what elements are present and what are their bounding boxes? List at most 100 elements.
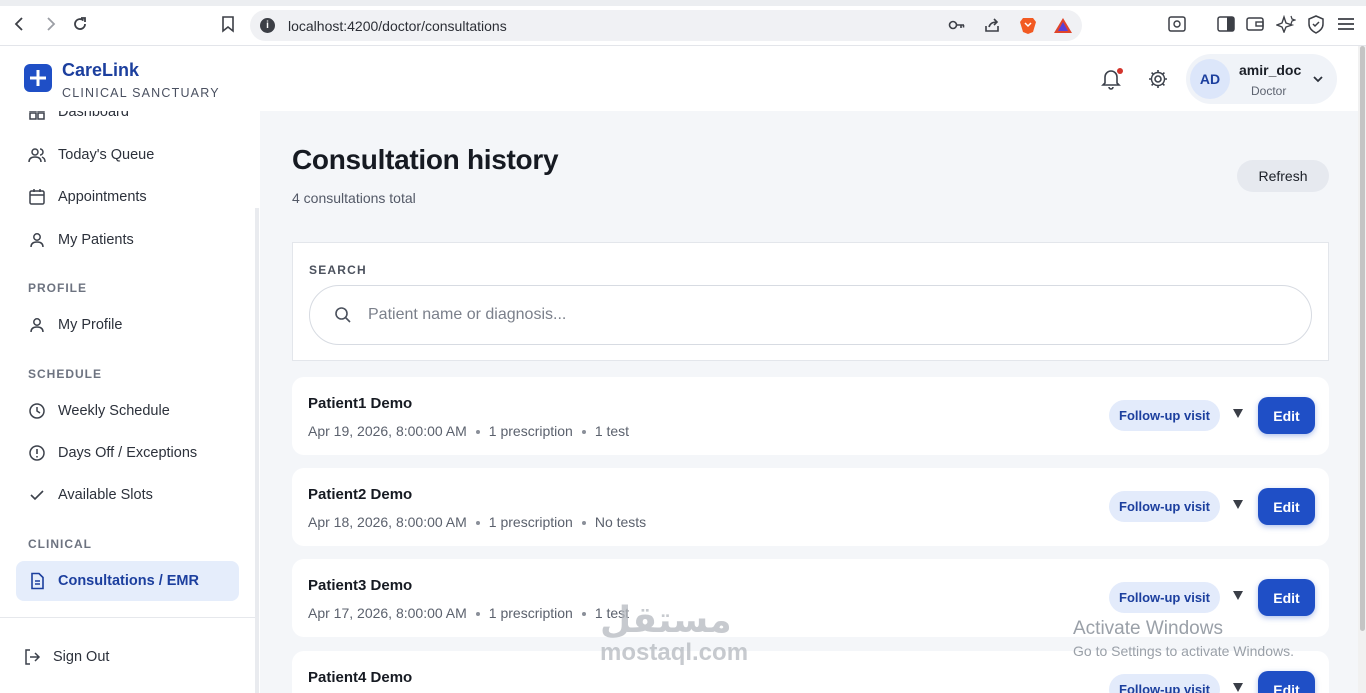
sidebar-divider	[0, 617, 255, 618]
address-bar[interactable]: i localhost:4200/doctor/consultations	[250, 10, 1082, 41]
reload-icon[interactable]	[70, 14, 90, 34]
bookmark-icon[interactable]	[218, 14, 238, 34]
key-icon[interactable]	[948, 17, 966, 33]
consultation-date: Apr 18, 2026, 8:00:00 AM	[308, 514, 467, 530]
tab-strip	[0, 0, 1366, 6]
settings-gear-icon[interactable]	[1147, 68, 1169, 95]
expand-caret-icon[interactable]	[1233, 500, 1243, 509]
menu-icon[interactable]	[1337, 17, 1355, 31]
user-icon	[28, 316, 46, 334]
site-info-icon[interactable]: i	[260, 18, 275, 33]
sidebar-item-label: Consultations / EMR	[58, 573, 199, 589]
consultation-date: Apr 17, 2026, 8:00:00 AM	[308, 605, 467, 621]
browser-toolbar: i localhost:4200/doctor/consultations	[0, 0, 1366, 46]
sidebar-item-consultations[interactable]: Consultations / EMR	[16, 561, 239, 601]
edit-button[interactable]: Edit	[1258, 397, 1315, 434]
patient-name: Patient4 Demo	[308, 669, 413, 686]
consultation-row[interactable]: Patient2 Demo Apr 18, 2026, 8:00:00 AM 1 …	[292, 468, 1329, 546]
prescription-count: 1 prescription	[488, 423, 573, 439]
edit-button[interactable]: Edit	[1258, 488, 1315, 525]
expand-caret-icon[interactable]	[1233, 591, 1243, 600]
sidebar-item-label: Today's Queue	[58, 147, 155, 163]
expand-caret-icon[interactable]	[1233, 409, 1243, 418]
patient-name: Patient3 Demo	[308, 577, 413, 594]
visit-type-badge: Follow-up visit	[1109, 491, 1220, 522]
consultations-count: 4 consultations total	[292, 190, 416, 206]
sidebar-item-days-off[interactable]: Days Off / Exceptions	[16, 433, 239, 473]
sidebar-toggle-icon[interactable]	[1217, 16, 1235, 32]
check-icon	[28, 486, 46, 504]
windows-activation-watermark: Activate Windows Go to Settings to activ…	[1073, 618, 1294, 659]
test-count: 1 test	[594, 423, 630, 439]
sidebar-item-appointments[interactable]: Appointments	[16, 177, 239, 217]
avatar: AD	[1190, 59, 1230, 99]
search-field[interactable]	[309, 285, 1312, 345]
windows-activation-title: Activate Windows	[1073, 618, 1223, 639]
patient-name: Patient1 Demo	[308, 395, 413, 412]
refresh-button[interactable]: Refresh	[1237, 160, 1329, 192]
expand-caret-icon[interactable]	[1233, 683, 1243, 692]
sidebar-item-todays-queue[interactable]: Today's Queue	[16, 135, 239, 175]
visit-type-badge: Follow-up visit	[1109, 674, 1220, 693]
sidebar-item-label: Weekly Schedule	[58, 403, 170, 419]
brand-logo[interactable]	[24, 64, 52, 92]
section-label-schedule: SCHEDULE	[28, 367, 103, 381]
sidebar-item-weekly-schedule[interactable]: Weekly Schedule	[16, 391, 239, 431]
app-header: CareLink CLINICAL SANCTUARY AD amir_doc …	[0, 46, 1358, 111]
section-label-clinical: CLINICAL	[28, 537, 92, 551]
back-icon[interactable]	[10, 14, 30, 34]
alert-circle-icon	[28, 444, 46, 462]
test-count: No tests	[594, 514, 647, 530]
reader-mode-icon[interactable]	[1168, 16, 1186, 32]
users-icon	[28, 146, 46, 164]
sidebar-item-available-slots[interactable]: Available Slots	[16, 475, 239, 515]
sign-out-icon	[23, 648, 41, 666]
sidebar-item-dashboard[interactable]: Dashboard	[16, 111, 239, 132]
prescription-count: 1 prescription	[488, 605, 573, 621]
consultation-meta: Apr 19, 2026, 8:00:00 AM 1 prescription 1 …	[308, 423, 629, 439]
user-menu[interactable]: AD amir_doc Doctor	[1186, 54, 1337, 104]
search-icon	[334, 306, 352, 329]
consultation-meta: Apr 17, 2026, 8:00:00 AM 1 prescription 1 …	[308, 605, 629, 621]
mostaql-watermark: مستقل mostaql.com	[600, 600, 748, 666]
visit-type-badge: Follow-up visit	[1109, 400, 1220, 431]
clock-icon	[28, 402, 46, 420]
search-panel: SEARCH	[292, 242, 1329, 361]
windows-activation-subtitle: Go to Settings to activate Windows.	[1073, 643, 1294, 659]
notification-dot	[1117, 68, 1123, 74]
edit-button[interactable]: Edit	[1258, 579, 1315, 616]
share-icon[interactable]	[983, 16, 1001, 34]
user-name: amir_doc	[1239, 62, 1302, 78]
page-scrollbar-thumb[interactable]	[1360, 46, 1365, 631]
sign-out-label: Sign Out	[53, 649, 110, 665]
mostaql-arabic: مستقل	[600, 599, 732, 640]
consultation-row[interactable]: Patient1 Demo Apr 19, 2026, 8:00:00 AM 1 …	[292, 377, 1329, 455]
chevron-down-icon[interactable]	[1312, 72, 1324, 90]
sidebar-item-my-profile[interactable]: My Profile	[16, 305, 239, 345]
sidebar-item-label: Days Off / Exceptions	[58, 445, 198, 461]
patient-name: Patient2 Demo	[308, 486, 413, 503]
sidebar-scrollbar[interactable]	[255, 208, 259, 693]
search-input[interactable]	[368, 298, 1288, 332]
sidebar: Dashboard Today's Queue Appointments My …	[0, 111, 260, 693]
visit-type-badge: Follow-up visit	[1109, 582, 1220, 613]
sign-out-button[interactable]: Sign Out	[11, 637, 234, 677]
sidebar-item-label: Dashboard	[58, 111, 129, 120]
edit-button[interactable]: Edit	[1258, 671, 1315, 693]
section-label-profile: PROFILE	[28, 281, 88, 295]
wallet-icon[interactable]	[1246, 16, 1264, 32]
calendar-icon	[28, 188, 46, 206]
ai-sparkle-icon[interactable]	[1276, 15, 1296, 33]
search-label: SEARCH	[309, 263, 367, 277]
sidebar-item-label: Appointments	[58, 189, 147, 205]
grid-icon	[28, 111, 46, 121]
sidebar-item-label: My Patients	[58, 232, 134, 248]
rewards-icon[interactable]	[1053, 17, 1073, 34]
brave-shield-icon[interactable]	[1019, 16, 1037, 35]
user-icon	[28, 231, 46, 249]
vpn-shield-icon[interactable]	[1307, 15, 1325, 34]
sidebar-item-my-patients[interactable]: My Patients	[16, 220, 239, 260]
forward-icon[interactable]	[40, 14, 60, 34]
brand-subtitle: CLINICAL SANCTUARY	[62, 86, 220, 100]
prescription-count: 1 prescription	[488, 514, 573, 530]
